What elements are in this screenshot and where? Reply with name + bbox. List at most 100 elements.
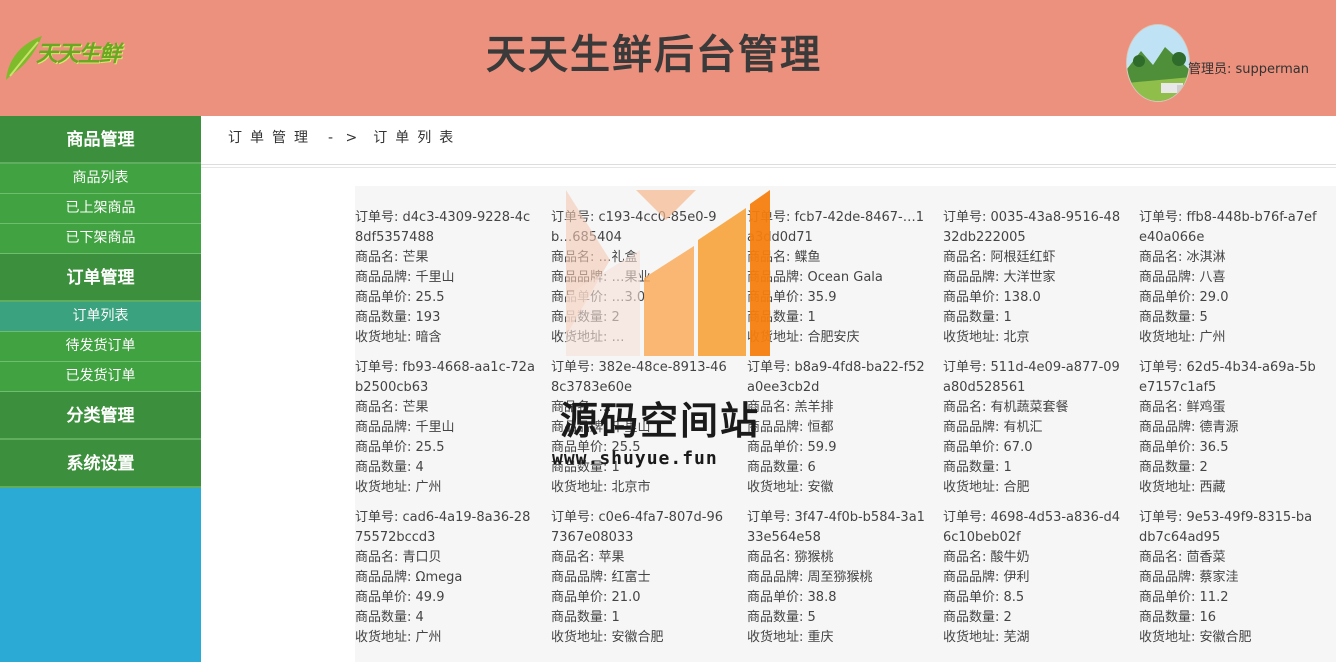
shipping-address-value: 暗含: [415, 330, 442, 345]
order-card[interactable]: 订单号: fcb7-42de-8467-…1a3dd0d71 商品名: 鲽鱼 商品品…: [747, 208, 927, 358]
product-name-value: 阿根廷红虾: [990, 250, 1056, 265]
order-id-label: 订单号:: [747, 510, 791, 525]
order-id-label: 订单号:: [747, 360, 791, 375]
product-quantity-value: 5: [1199, 310, 1208, 325]
product-price-value: 25.5: [415, 440, 445, 455]
shipping-address: 收货地址: 北京: [943, 328, 1123, 348]
order-id-label: 订单号:: [551, 210, 595, 225]
product-quantity: 商品数量: 1: [943, 308, 1123, 328]
product-brand-value: 有机汇: [1003, 420, 1043, 435]
page-title: 天天生鲜后台管理: [486, 32, 822, 78]
product-price: 商品单价: 59.9: [747, 438, 927, 458]
shipping-address: 收货地址: 合肥安庆: [747, 328, 927, 348]
product-brand: 商品品牌: Ωmega: [355, 568, 535, 588]
order-card[interactable]: 订单号: fb93-4668-aa1c-72ab2500cb63 商品名: 芒果商…: [355, 358, 535, 508]
order-card[interactable]: 订单号: 511d-4e09-a877-09a80d528561 商品名: 有机蔬…: [943, 358, 1123, 508]
menu-item-orders-pending[interactable]: 待发货订单: [0, 332, 201, 362]
menu-item-goods-on-shelf[interactable]: 已上架商品: [0, 194, 201, 224]
product-name-label: 商品名:: [551, 550, 595, 565]
product-brand-label: 商品品牌:: [1139, 420, 1196, 435]
order-card[interactable]: 订单号: 0035-43a8-9516-4832db222005 商品名: 阿根廷…: [943, 208, 1123, 358]
product-name: 商品名: 有机蔬菜套餐: [943, 398, 1123, 418]
product-brand: 商品品牌: 恒都: [747, 418, 927, 438]
product-brand-label: 商品品牌:: [1139, 570, 1196, 585]
product-name-label: 商品名:: [943, 250, 987, 265]
product-price-label: 商品单价:: [1139, 440, 1196, 455]
product-quantity-label: 商品数量:: [1139, 310, 1196, 325]
order-card[interactable]: 订单号: b8a9-4fd8-ba22-f52a0ee3cb2d 商品名: 羔羊排…: [747, 358, 927, 508]
menu-category-management[interactable]: 分类管理: [0, 392, 201, 440]
breadcrumb-parent[interactable]: 订单管理: [228, 130, 316, 146]
product-price: 商品单价: 8.5: [943, 588, 1123, 608]
order-card[interactable]: 订单号: c0e6-4fa7-807d-967367e08033 商品名: 苹果商…: [551, 508, 731, 658]
product-price-value: 67.0: [1003, 440, 1033, 455]
product-brand-value: 红富士: [611, 570, 651, 585]
menu-item-order-list[interactable]: 订单列表: [0, 302, 201, 332]
menu-order-management[interactable]: 订单管理: [0, 254, 201, 302]
order-card[interactable]: 订单号: 9e53-49f9-8315-badb7c64ad95 商品名: 茴香菜…: [1139, 508, 1319, 658]
order-id-label: 订单号:: [551, 360, 595, 375]
order-id-label: 订单号:: [1139, 510, 1183, 525]
logo[interactable]: 天天生鲜: [0, 20, 160, 84]
product-price: 商品单价: 138.0: [943, 288, 1123, 308]
order-id: 订单号: 0035-43a8-9516-4832db222005: [943, 208, 1123, 248]
order-card[interactable]: 订单号: cad6-4a19-8a36-2875572bccd3 商品名: 青口贝…: [355, 508, 535, 658]
product-name-label: 商品名:: [1139, 250, 1183, 265]
product-quantity-value: 2: [1003, 610, 1012, 625]
shipping-address-value: 合肥安庆: [807, 330, 860, 345]
product-name-value: 鲽鱼: [794, 250, 821, 265]
order-card[interactable]: 订单号: c193-4cc0-85e0-9b…685404 商品名: …礼盒 商品品…: [551, 208, 731, 358]
order-card[interactable]: 订单号: 4698-4d53-a836-d46c10beb02f 商品名: 酸牛奶…: [943, 508, 1123, 658]
product-brand: 商品品牌: Ocean Gala: [747, 268, 927, 288]
product-name: 商品名: …礼盒: [551, 248, 731, 268]
order-id-label: 订单号:: [355, 510, 399, 525]
product-price-label: 商品单价:: [1139, 290, 1196, 305]
product-brand-value: 大洋世家: [1003, 270, 1056, 285]
product-quantity: 商品数量: 2: [551, 308, 731, 328]
breadcrumb-current: 订单列表: [373, 130, 462, 146]
shipping-address-label: 收货地址:: [747, 330, 804, 345]
product-price: 商品单价: 11.2: [1139, 588, 1319, 608]
shipping-address-label: 收货地址:: [551, 480, 608, 495]
product-brand: 商品品牌: 大洋世家: [943, 268, 1123, 288]
product-quantity: 商品数量: 1: [747, 308, 927, 328]
product-brand-label: 商品品牌:: [943, 420, 1000, 435]
product-name: 商品名: 茴香菜: [1139, 548, 1319, 568]
product-brand-label: 商品品牌:: [943, 270, 1000, 285]
avatar-landscape-icon: [1127, 25, 1189, 101]
product-quantity-label: 商品数量:: [551, 610, 608, 625]
menu-item-goods-list[interactable]: 商品列表: [0, 164, 201, 194]
shipping-address-label: 收货地址:: [1139, 480, 1196, 495]
menu-item-orders-shipped[interactable]: 已发货订单: [0, 362, 201, 392]
order-card[interactable]: 订单号: ffb8-448b-b76f-a7efe40a066e 商品名: 冰淇淋…: [1139, 208, 1319, 358]
product-brand-value: 蔡家洼: [1199, 570, 1239, 585]
product-name: 商品名: 鲜鸡蛋: [1139, 398, 1319, 418]
product-brand-label: 商品品牌:: [943, 570, 1000, 585]
order-card[interactable]: 订单号: 3f47-4f0b-b584-3a133e564e58 商品名: 猕猴桃…: [747, 508, 927, 658]
menu-system-settings[interactable]: 系统设置: [0, 440, 201, 488]
product-price: 商品单价: …3.0: [551, 288, 731, 308]
order-id-label: 订单号:: [355, 360, 399, 375]
order-id: 订单号: ffb8-448b-b76f-a7efe40a066e: [1139, 208, 1319, 248]
product-brand-value: Ocean Gala: [807, 270, 883, 285]
product-name-value: 鲜鸡蛋: [1186, 400, 1226, 415]
product-quantity-value: 1: [807, 310, 816, 325]
product-brand-label: 商品品牌:: [551, 570, 608, 585]
product-brand-value: 千里山: [415, 420, 455, 435]
product-name: 商品名: 苹果: [551, 548, 731, 568]
menu-item-goods-off-shelf[interactable]: 已下架商品: [0, 224, 201, 254]
product-quantity-label: 商品数量:: [551, 310, 608, 325]
shipping-address: 收货地址: 安徽合肥: [551, 628, 731, 648]
order-card[interactable]: 订单号: d4c3-4309-9228-4c8df5357488 商品名: 芒果商…: [355, 208, 535, 358]
product-price: 商品单价: 25.5: [355, 438, 535, 458]
product-quantity: 商品数量: 4: [355, 458, 535, 478]
avatar[interactable]: [1126, 24, 1190, 102]
order-card[interactable]: 订单号: 62d5-4b34-a69a-5be7157c1af5 商品名: 鲜鸡蛋…: [1139, 358, 1319, 508]
logo-text: 天天生鲜: [36, 42, 121, 67]
product-brand-value: 伊利: [1003, 570, 1030, 585]
shipping-address: 收货地址: 芜湖: [943, 628, 1123, 648]
shipping-address-value: 广州: [1199, 330, 1226, 345]
product-name-value: 芒果: [402, 250, 429, 265]
product-quantity-value: 16: [1199, 610, 1217, 625]
menu-goods-management[interactable]: 商品管理: [0, 116, 201, 164]
